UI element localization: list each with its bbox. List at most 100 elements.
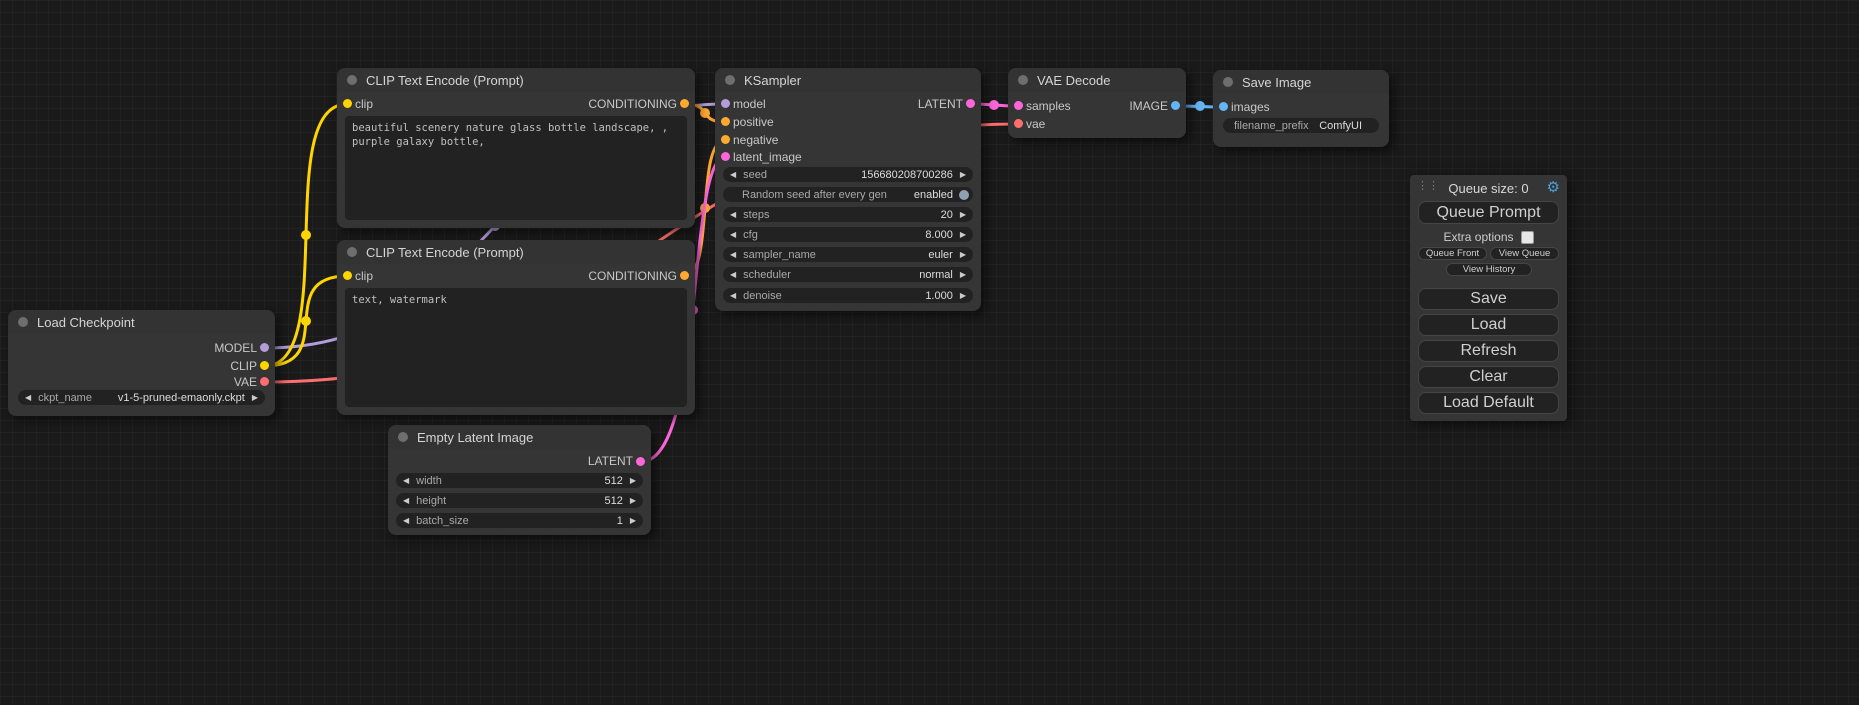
scheduler-widget[interactable]: ◀ scheduler normal ▶ [723,267,973,282]
node-collapse-dot[interactable] [18,317,28,327]
queue-prompt-button[interactable]: Queue Prompt [1418,201,1559,224]
steps-widget[interactable]: ◀ steps 20 ▶ [723,207,973,222]
comfy-menu-panel[interactable]: ⋮⋮ Queue size: 0 ⚙ Queue Prompt Extra op… [1410,175,1567,421]
vae-output-port[interactable] [260,377,269,386]
decrement-arrow-icon[interactable]: ◀ [730,227,736,242]
latent-output-port[interactable] [636,457,645,466]
decrement-arrow-icon[interactable]: ◀ [730,288,736,303]
increment-arrow-icon[interactable]: ▶ [630,493,636,508]
queue-front-button[interactable]: Queue Front [1418,247,1487,260]
node-save-image[interactable]: Save Image images filename_prefix ComfyU… [1213,70,1389,147]
model-output-label: MODEL [214,341,257,355]
samples-input-port[interactable] [1014,101,1023,110]
extra-options-checkbox[interactable] [1521,231,1534,244]
load-button[interactable]: Load [1418,314,1559,336]
height-widget[interactable]: ◀ height 512 ▶ [396,493,643,508]
decrement-arrow-icon[interactable]: ◀ [730,167,736,182]
prompt-textarea[interactable]: beautiful scenery nature glass bottle la… [345,116,687,220]
model-input-port[interactable] [721,99,730,108]
node-title-bar[interactable]: Load Checkpoint [8,310,275,334]
widget-value: 1 [617,515,623,527]
clip-output-port[interactable] [260,361,269,370]
node-load-checkpoint[interactable]: Load Checkpoint MODEL CLIP VAE ◀ ckpt_na… [8,310,275,416]
increment-arrow-icon[interactable]: ▶ [960,207,966,222]
node-title-bar[interactable]: CLIP Text Encode (Prompt) [337,68,695,92]
clip-input-label: clip [355,97,373,111]
width-widget[interactable]: ◀ width 512 ▶ [396,473,643,488]
decrement-arrow-icon[interactable]: ◀ [403,473,409,488]
seed-widget[interactable]: ◀ seed 156680208700286 ▶ [723,167,973,182]
clip-input-port[interactable] [343,99,352,108]
decrement-arrow-icon[interactable]: ◀ [730,207,736,222]
denoise-widget[interactable]: ◀ denoise 1.000 ▶ [723,288,973,303]
prompt-textarea[interactable]: text, watermark [345,288,687,407]
decrement-arrow-icon[interactable]: ◀ [25,390,31,405]
node-clip-text-encode-positive[interactable]: CLIP Text Encode (Prompt) clip CONDITION… [337,68,695,228]
sampler-name-widget[interactable]: ◀ sampler_name euler ▶ [723,247,973,262]
view-history-button[interactable]: View History [1446,263,1532,276]
cfg-widget[interactable]: ◀ cfg 8.000 ▶ [723,227,973,242]
node-collapse-dot[interactable] [347,247,357,257]
node-title-bar[interactable]: Save Image [1213,70,1389,94]
load-default-button[interactable]: Load Default [1418,392,1559,414]
settings-gear-icon[interactable]: ⚙ [1547,178,1560,196]
filename-prefix-widget[interactable]: filename_prefix ComfyUI [1223,118,1379,133]
increment-arrow-icon[interactable]: ▶ [960,247,966,262]
conditioning-output-port[interactable] [680,271,689,280]
node-title-bar[interactable]: VAE Decode [1008,68,1186,92]
node-title: CLIP Text Encode (Prompt) [366,73,524,88]
node-title-bar[interactable]: KSampler [715,68,981,92]
refresh-button[interactable]: Refresh [1418,340,1559,362]
negative-input-port[interactable] [721,135,730,144]
batch-size-widget[interactable]: ◀ batch_size 1 ▶ [396,513,643,528]
save-button[interactable]: Save [1418,288,1559,310]
node-ksampler[interactable]: KSampler model positive negative latent_… [715,68,981,311]
increment-arrow-icon[interactable]: ▶ [960,227,966,242]
decrement-arrow-icon[interactable]: ◀ [403,493,409,508]
node-graph-canvas[interactable]: Load Checkpoint MODEL CLIP VAE ◀ ckpt_na… [0,0,1859,705]
widget-label: batch_size [416,515,469,527]
wire-latent-out-midpoint [989,100,999,110]
node-collapse-dot[interactable] [725,75,735,85]
images-input-label: images [1231,100,1270,114]
random-seed-widget[interactable]: Random seed after every gen enabled [723,187,973,202]
decrement-arrow-icon[interactable]: ◀ [730,267,736,282]
node-collapse-dot[interactable] [1018,75,1028,85]
increment-arrow-icon[interactable]: ▶ [252,390,258,405]
node-clip-text-encode-negative[interactable]: CLIP Text Encode (Prompt) clip CONDITION… [337,240,695,415]
increment-arrow-icon[interactable]: ▶ [630,513,636,528]
node-empty-latent-image[interactable]: Empty Latent Image LATENT ◀ width 512 ▶ … [388,425,651,535]
increment-arrow-icon[interactable]: ▶ [960,288,966,303]
images-input-port[interactable] [1219,102,1228,111]
decrement-arrow-icon[interactable]: ◀ [730,247,736,262]
image-output-port[interactable] [1171,101,1180,110]
widget-label: height [416,495,446,507]
node-collapse-dot[interactable] [1223,77,1233,87]
increment-arrow-icon[interactable]: ▶ [960,267,966,282]
vae-input-port[interactable] [1014,119,1023,128]
vae-input-label: vae [1026,117,1045,131]
model-output-port[interactable] [260,343,269,352]
clip-input-port[interactable] [343,271,352,280]
node-collapse-dot[interactable] [347,75,357,85]
ckpt-name-widget[interactable]: ◀ ckpt_name v1-5-pruned-emaonly.ckpt ▶ [18,390,265,405]
widget-value: enabled [914,189,953,201]
node-vae-decode[interactable]: VAE Decode samples vae IMAGE [1008,68,1186,138]
latent-output-port[interactable] [966,99,975,108]
random-seed-toggle-knob[interactable] [959,190,969,200]
node-title-bar[interactable]: Empty Latent Image [388,425,651,449]
vae-output-label: VAE [234,375,257,389]
view-queue-button[interactable]: View Queue [1490,247,1559,260]
wire-image-midpoint [1195,101,1205,111]
node-collapse-dot[interactable] [398,432,408,442]
positive-input-port[interactable] [721,117,730,126]
decrement-arrow-icon[interactable]: ◀ [403,513,409,528]
increment-arrow-icon[interactable]: ▶ [630,473,636,488]
clear-button[interactable]: Clear [1418,366,1559,388]
increment-arrow-icon[interactable]: ▶ [960,167,966,182]
widget-label: seed [743,169,767,181]
widget-value: euler [928,249,952,261]
node-title-bar[interactable]: CLIP Text Encode (Prompt) [337,240,695,264]
latent-image-input-port[interactable] [721,152,730,161]
conditioning-output-port[interactable] [680,99,689,108]
